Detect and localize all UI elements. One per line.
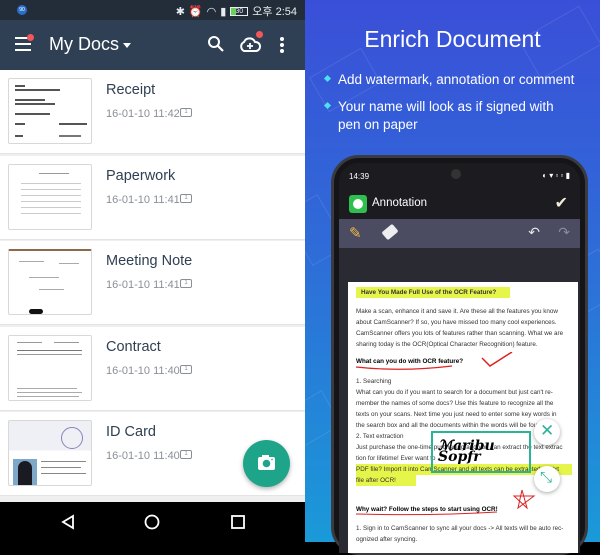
signal-icon: ▮ xyxy=(220,5,227,18)
document-date: 16-01-10 11:40 xyxy=(106,364,180,377)
status-bar: 90 ✱ ⏰ ◠ ▮ 30 오후 2:54 xyxy=(0,0,305,20)
promo-bullet: Your name will look as if signed with xyxy=(323,98,554,116)
document-row[interactable]: Paperwork 16-01-10 11:41 1 xyxy=(0,155,305,240)
camera-icon xyxy=(258,455,275,470)
meeting-note-thumbnail xyxy=(8,249,92,315)
diamond-bullet-icon xyxy=(323,101,332,109)
app-logo-icon xyxy=(349,195,367,213)
battery-icon: 30 xyxy=(230,6,249,16)
app-bar: My Docs xyxy=(0,20,305,70)
annotated-document: Have You Made Full Use of the OCR Featur… xyxy=(348,282,578,553)
paperwork-thumbnail xyxy=(8,163,92,230)
back-icon[interactable] xyxy=(60,514,76,530)
signature: ℳaribu Sopfr xyxy=(438,438,495,465)
eraser-icon[interactable] xyxy=(381,223,399,241)
document-row[interactable]: Receipt 16-01-10 11:42 1 xyxy=(0,70,305,154)
more-vert-icon[interactable] xyxy=(279,36,285,54)
wifi-icon: ◠ xyxy=(206,5,217,18)
camera-fab-button[interactable] xyxy=(243,440,290,487)
clock: 오후 2:54 xyxy=(252,6,297,18)
notification-icon: 90 xyxy=(17,5,27,15)
delete-signature-button[interactable]: ✕ xyxy=(534,419,560,445)
pencil-icon[interactable]: ✎ xyxy=(349,224,362,242)
red-annotation xyxy=(355,489,536,516)
red-annotation xyxy=(355,352,513,370)
resize-icon: ⤡ xyxy=(540,469,553,486)
home-icon[interactable] xyxy=(144,514,160,530)
phone-screen: 14:39 ◐ ▾ ▫ ▫ ▮ Annotation ✔ ✎ ↶ ↷ Have … xyxy=(339,163,580,553)
document-name: Receipt xyxy=(106,82,156,98)
bullet-text: Add watermark, annotation or comment xyxy=(338,72,575,87)
doc-intro: Make a scan, enhance it and save it. Are… xyxy=(356,308,564,348)
menu-badge xyxy=(27,34,34,41)
undo-icon[interactable]: ↶ xyxy=(528,224,540,241)
id-card-thumbnail xyxy=(8,420,92,486)
redo-icon[interactable]: ↷ xyxy=(558,224,570,241)
document-date: 16-01-10 11:42 xyxy=(106,108,180,120)
close-icon: ✕ xyxy=(540,421,555,440)
page-title[interactable]: My Docs xyxy=(49,34,119,55)
check-icon[interactable]: ✔ xyxy=(555,193,568,213)
recents-icon[interactable] xyxy=(230,514,246,530)
camscanner-app-screen: 90 ✱ ⏰ ◠ ▮ 30 오후 2:54 My Docs Receipt 16… xyxy=(0,0,305,542)
page-count-badge: 1 xyxy=(180,193,192,203)
page-count-badge: 1 xyxy=(180,450,192,459)
document-name: Paperwork xyxy=(106,167,176,184)
resize-signature-button[interactable]: ⤡ xyxy=(534,466,560,492)
document-name: Contract xyxy=(106,338,161,355)
sync-badge xyxy=(256,31,263,38)
doc-heading: Have You Made Full Use of the OCR Featur… xyxy=(356,287,511,298)
document-row[interactable]: Meeting Note 16-01-10 11:41 1 xyxy=(0,241,305,325)
phone-clock: 14:39 xyxy=(349,172,370,181)
page-count-badge: 1 xyxy=(180,279,192,288)
document-date: 16-01-10 11:40 xyxy=(106,450,180,462)
contract-thumbnail xyxy=(8,334,92,401)
document-name: ID Card xyxy=(106,424,156,440)
search-icon[interactable] xyxy=(207,35,225,53)
doc-item: 1. Searching xyxy=(356,378,392,385)
document-date: 16-01-10 11:41 xyxy=(106,279,180,291)
camera-cutout xyxy=(451,169,461,179)
phone-status-bar: 14:39 ◐ ▾ ▫ ▫ ▮ xyxy=(339,163,580,189)
bluetooth-icon: ✱ xyxy=(175,5,185,18)
signature-box[interactable]: ℳaribu Sopfr xyxy=(431,431,531,473)
phone-status-icons: ◐ ▾ ▫ ▫ ▮ xyxy=(542,171,570,180)
document-name: Meeting Note xyxy=(106,253,193,269)
promo-bullet: Add watermark, annotation or comment xyxy=(323,71,575,89)
document-list: Receipt 16-01-10 11:42 1 Paperwork 16-01… xyxy=(0,70,305,498)
receipt-thumbnail xyxy=(8,78,92,144)
bullet-text: Your name will look as if signed with xyxy=(338,99,554,114)
system-nav-bar xyxy=(0,502,305,542)
drawing-tools: ✎ ↶ ↷ xyxy=(339,219,580,248)
caret-down-icon[interactable] xyxy=(123,43,131,48)
annotation-toolbar: Annotation ✔ xyxy=(339,189,580,219)
diamond-bullet-icon xyxy=(323,74,332,82)
page-count-badge: 1 xyxy=(180,108,192,117)
page-count-badge: 1 xyxy=(180,364,192,374)
alarm-icon: ⏰ xyxy=(188,5,203,18)
screen-title: Annotation xyxy=(372,197,427,209)
promo-title: Enrich Document xyxy=(364,26,541,52)
document-date: 16-01-10 11:41 xyxy=(106,193,180,206)
promo-bullet-continued: pen on paper xyxy=(338,117,418,132)
document-row[interactable]: Contract 16-01-10 11:40 1 xyxy=(0,326,305,411)
